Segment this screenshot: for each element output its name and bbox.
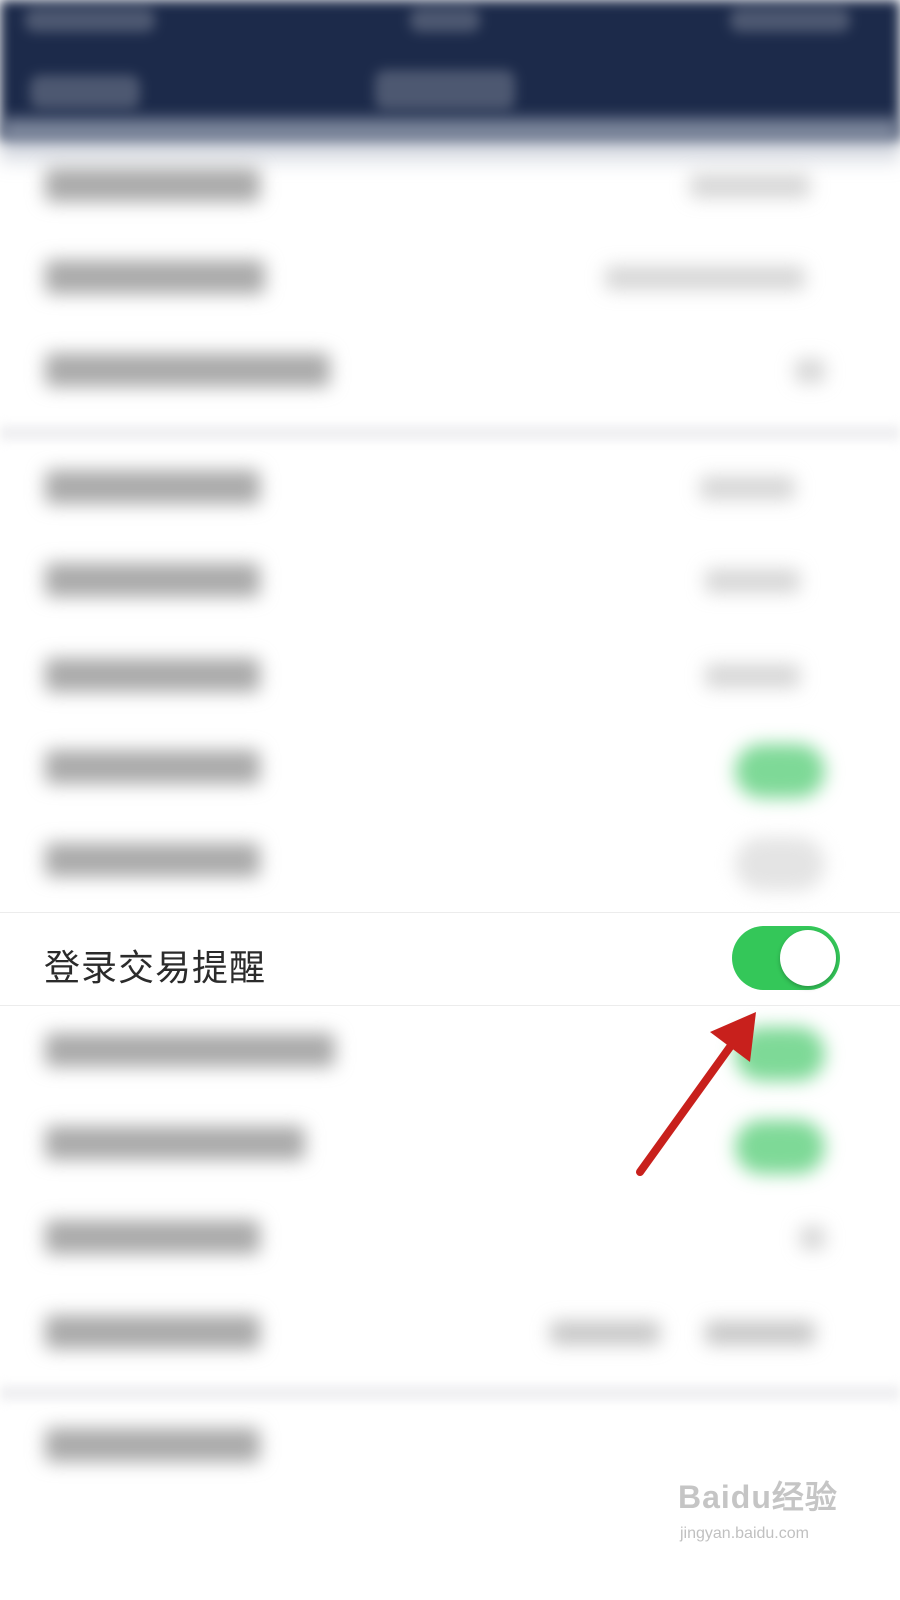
nav-bar <box>0 0 900 140</box>
setting-row[interactable] <box>0 442 900 536</box>
setting-toggle[interactable] <box>735 744 825 798</box>
setting-option[interactable] <box>550 1321 660 1345</box>
setting-option[interactable] <box>705 1321 815 1345</box>
setting-row[interactable] <box>0 1005 900 1099</box>
setting-label <box>45 1126 305 1160</box>
chevron-right-icon <box>800 1226 825 1250</box>
toggle-knob <box>780 930 836 986</box>
setting-row[interactable] <box>0 722 900 816</box>
watermark-logo: Baidu经验 <box>678 1479 838 1515</box>
chevron-right-icon <box>795 359 825 383</box>
setting-label <box>45 563 260 597</box>
setting-row[interactable] <box>0 535 900 629</box>
setting-value <box>700 476 795 500</box>
setting-label <box>45 260 265 294</box>
setting-row[interactable] <box>0 325 900 419</box>
setting-row[interactable] <box>0 1192 900 1286</box>
login-trade-alert-label: 登录交易提醒 <box>44 948 267 989</box>
setting-row[interactable] <box>0 232 900 326</box>
setting-row[interactable] <box>0 815 900 909</box>
setting-toggle[interactable] <box>735 837 825 891</box>
setting-label <box>45 353 330 387</box>
setting-toggle[interactable] <box>735 1120 825 1174</box>
section-divider <box>0 425 900 441</box>
setting-label <box>45 750 260 784</box>
login-trade-alert-row[interactable]: 登录交易提醒 <box>0 912 900 1006</box>
setting-row[interactable] <box>0 140 900 234</box>
login-trade-alert-toggle[interactable] <box>732 926 840 990</box>
setting-row[interactable] <box>0 1287 900 1381</box>
setting-label <box>45 658 260 692</box>
setting-value <box>705 664 800 688</box>
status-bar-right <box>730 8 850 32</box>
setting-label <box>45 1033 335 1067</box>
page-title <box>375 70 515 110</box>
setting-toggle[interactable] <box>735 1027 825 1081</box>
setting-label <box>45 1220 260 1254</box>
setting-value <box>705 569 800 593</box>
setting-row[interactable] <box>0 630 900 724</box>
setting-label <box>45 843 260 877</box>
status-bar-center <box>410 8 480 32</box>
setting-label <box>45 470 260 504</box>
section-divider <box>0 1385 900 1401</box>
setting-label <box>45 1315 260 1349</box>
setting-label <box>45 168 260 202</box>
setting-value <box>690 174 810 198</box>
watermark-url: jingyan.baidu.com <box>680 1525 809 1542</box>
setting-value <box>605 266 805 290</box>
setting-row[interactable] <box>0 1098 900 1192</box>
back-button[interactable] <box>30 75 140 109</box>
status-bar-left <box>25 8 155 32</box>
setting-label <box>45 1428 260 1462</box>
